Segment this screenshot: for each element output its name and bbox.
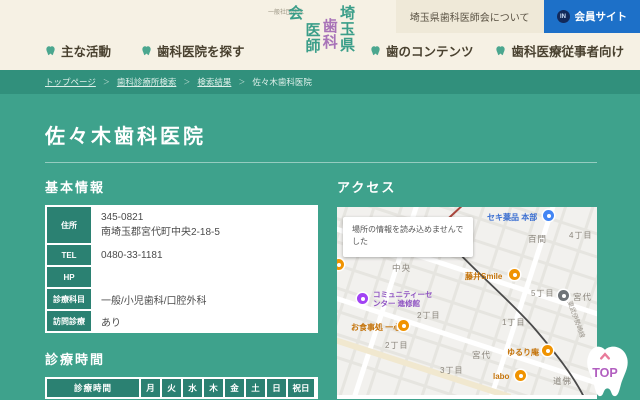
row-label: 訪問診療 [47, 311, 91, 331]
access-map[interactable]: 百間 4丁目 中央 5丁目 2丁目 1丁目 2丁目 宮代 3丁目 道佛 セキ薬品… [337, 207, 597, 399]
breadcrumb-separator: ＞ [238, 77, 245, 87]
hours-col-header: 診療時間 [47, 379, 139, 397]
nav-item-professionals[interactable]: 歯科医療従事者向け [495, 41, 624, 60]
poi-label-smile: 藤井Smile [465, 271, 502, 282]
restaurant-poi-icon[interactable] [542, 345, 553, 356]
breadcrumb-separator: ＞ [103, 77, 110, 87]
poi-label-labo: labo [493, 372, 509, 381]
breadcrumb: トップページ ＞ 歯科診療所検索 ＞ 検索結果 ＞ 佐々木歯科医院 [0, 70, 640, 94]
tooth-icon [495, 45, 506, 56]
postal-code: 345-0821 [101, 212, 308, 223]
map-place-label: 2丁目 [417, 310, 440, 321]
logo-line-2: 歯科 [321, 5, 338, 50]
member-site-label: 会員サイト [575, 9, 628, 24]
breadcrumb-separator: ＞ [183, 77, 190, 87]
map-place-label: 4丁目 [569, 230, 592, 241]
table-row-address: 住所 345-0821 南埼玉郡宮代町中央2-18-5 [47, 207, 316, 243]
row-value: 一般/小児歯科/口腔外科 [93, 289, 316, 309]
tooth-icon [45, 45, 56, 56]
basic-info-section: 基本情報 住所 345-0821 南埼玉郡宮代町中央2-18-5 TEL 048… [45, 177, 318, 399]
tooth-icon [141, 45, 152, 56]
map-place-label: 3丁目 [440, 365, 463, 376]
hours-table-header: 診療時間 月 火 水 木 金 土 日 祝日 [45, 377, 318, 399]
access-section: アクセス [337, 177, 597, 399]
table-row-hp: HP [47, 267, 316, 287]
nav-left: 主な活動 歯科医院を探す [45, 41, 245, 60]
hours-col-sun: 日 [267, 379, 286, 397]
title-divider [45, 162, 597, 163]
page-title: 佐々木歯科医院 [45, 120, 640, 149]
store-poi-icon[interactable] [543, 210, 554, 221]
tooth-shape-icon: TOP [576, 342, 634, 400]
map-place-label: 1丁目 [502, 317, 525, 328]
main-content: 佐々木歯科医院 基本情報 住所 345-0821 南埼玉郡宮代町中央2-18-5… [0, 94, 640, 400]
logo-line-3: 医師会 [286, 5, 320, 54]
table-row-home-visit: 訪問診療 あり [47, 311, 316, 331]
poi-label-yururian: ゆるり庵 [507, 347, 539, 358]
site-header: 埼玉県歯科医師会について IN 会員サイト 一般社団法人 埼玉県 歯科 医師会 … [0, 0, 640, 70]
hours-col-mon: 月 [141, 379, 160, 397]
map-place-label: 5丁目 [531, 288, 554, 299]
map-place-label: 2丁目 [385, 340, 408, 351]
page: { "header": { "about_link": "埼玉県歯科医師会につい… [0, 0, 640, 400]
logo-line-1: 埼玉県 [338, 5, 355, 53]
site-logo[interactable]: 埼玉県 歯科 医師会 [286, 5, 355, 69]
table-row-tel: TEL 0480-33-1181 [47, 245, 316, 265]
table-row-departments: 診療科目 一般/小児歯科/口腔外科 [47, 289, 316, 309]
basic-info-table: 住所 345-0821 南埼玉郡宮代町中央2-18-5 TEL 0480-33-… [45, 205, 318, 333]
breadcrumb-current: 佐々木歯科医院 [252, 76, 312, 88]
map-place-label: 百間 [528, 233, 547, 245]
hours-col-sat: 土 [246, 379, 265, 397]
row-label: 住所 [47, 207, 91, 243]
row-value: 345-0821 南埼玉郡宮代町中央2-18-5 [93, 207, 316, 243]
poi-label-seki-pharmacy: セキ薬品 本部 [487, 212, 537, 223]
restaurant-poi-icon[interactable] [515, 370, 526, 381]
hours-col-fri: 金 [225, 379, 244, 397]
hours-col-thu: 木 [204, 379, 223, 397]
top-button-label: TOP [592, 366, 618, 380]
breadcrumb-results[interactable]: 検索結果 [197, 76, 231, 88]
basic-info-heading: 基本情報 [45, 177, 318, 196]
row-label: 診療科目 [47, 289, 91, 309]
address-line: 南埼玉郡宮代町中央2-18-5 [101, 223, 308, 238]
nav-right: 歯のコンテンツ 歯科医療従事者向け [370, 41, 624, 60]
map-error-message: 場所の情報を読み込めませんでした [343, 217, 473, 257]
breadcrumb-home[interactable]: トップページ [45, 76, 96, 88]
poi-label-isshin: お食事処 一心 [351, 322, 401, 333]
nav-item-find-clinic[interactable]: 歯科医院を探す [141, 41, 245, 60]
hours-heading: 診療時間 [45, 349, 318, 368]
tooth-icon [370, 45, 381, 56]
train-station-icon[interactable] [558, 290, 569, 301]
hours-col-tue: 火 [162, 379, 181, 397]
member-site-button[interactable]: IN 会員サイト [544, 0, 640, 33]
utility-bar: 埼玉県歯科医師会について IN 会員サイト [396, 0, 640, 33]
row-value: あり [93, 311, 316, 331]
nav-item-activities[interactable]: 主な活動 [45, 41, 111, 60]
nav-label: 歯のコンテンツ [386, 41, 474, 60]
row-value [93, 267, 316, 287]
about-association-link[interactable]: 埼玉県歯科医師会について [396, 0, 544, 33]
community-center-poi-icon[interactable] [357, 293, 368, 304]
nav-label: 歯科医院を探す [157, 41, 245, 60]
map-place-label: 中央 [392, 262, 411, 274]
map-place-label: 道佛 [553, 375, 572, 387]
nav-item-tooth-contents[interactable]: 歯のコンテンツ [370, 41, 474, 60]
nav-label: 主な活動 [61, 41, 111, 60]
row-label: TEL [47, 245, 91, 265]
row-label: HP [47, 267, 91, 287]
hours-col-wed: 水 [183, 379, 202, 397]
map-place-label: 宮代 [472, 349, 491, 361]
back-to-top-button[interactable]: TOP [576, 342, 634, 400]
nav-label: 歯科医療従事者向け [511, 41, 624, 60]
restaurant-poi-icon[interactable] [509, 269, 520, 280]
row-value: 0480-33-1181 [93, 245, 316, 265]
login-icon: IN [557, 10, 570, 23]
restaurant-poi-icon[interactable] [398, 320, 409, 331]
hours-col-holiday: 祝日 [288, 379, 314, 397]
poi-label-community-center: コミュニティーセンター 進修館 [373, 290, 435, 309]
breadcrumb-search[interactable]: 歯科診療所検索 [117, 76, 177, 88]
access-heading: アクセス [337, 177, 597, 196]
